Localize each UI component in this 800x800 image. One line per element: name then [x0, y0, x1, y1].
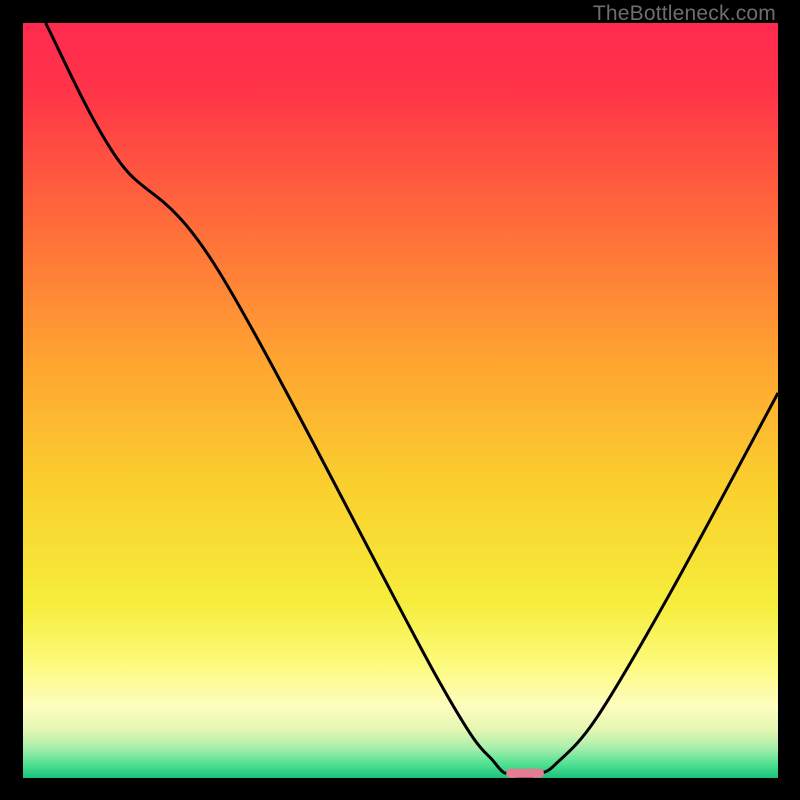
bottleneck-chart [23, 23, 778, 778]
watermark-label: TheBottleneck.com [593, 2, 776, 26]
optimal-marker [506, 769, 544, 778]
chart-background [23, 23, 778, 778]
chart-frame: TheBottleneck.com [0, 0, 800, 800]
